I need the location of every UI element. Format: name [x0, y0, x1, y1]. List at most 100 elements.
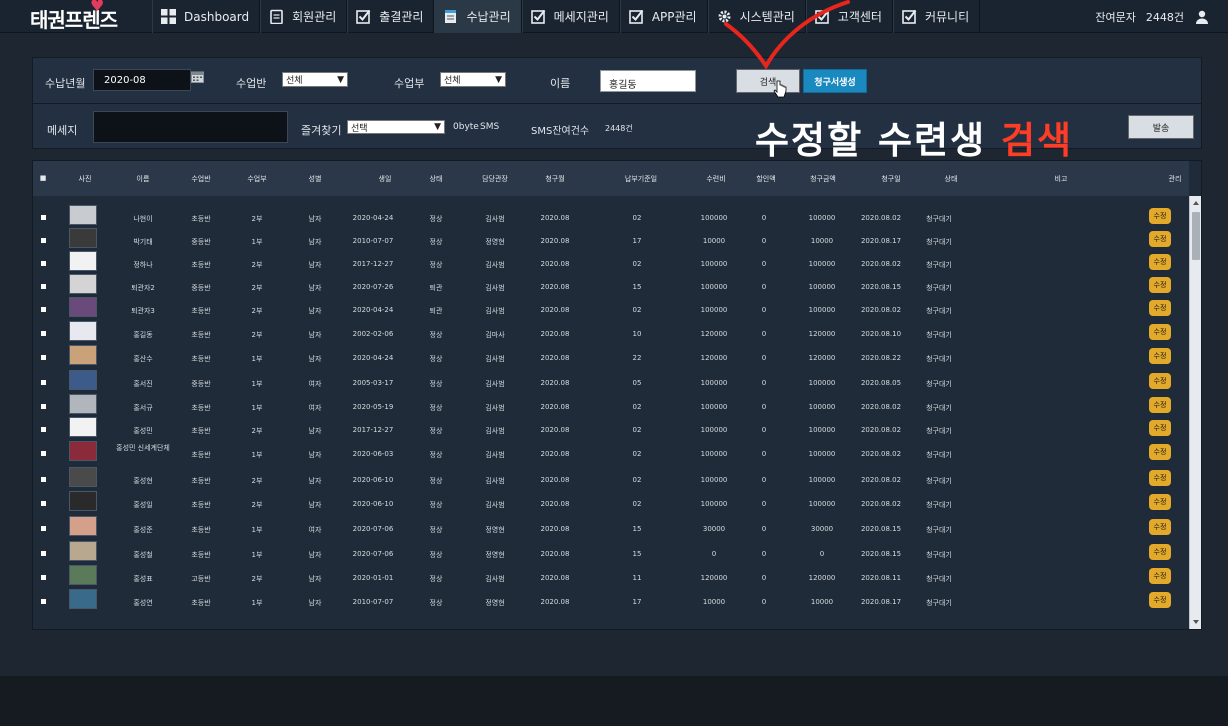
user-icon[interactable]	[1194, 9, 1210, 25]
table-row[interactable]: 퇴관자3 초등반 2부 남자 2020-04-24 퇴관 김사범 2020.08 02 10000…	[33, 297, 1189, 320]
table-row[interactable]: 정하나 초등반 2부 남자 2017-12-27 정상 김사범 2020.08 02 100000…	[33, 251, 1189, 274]
nav-item-4[interactable]: 메세지관리	[521, 0, 620, 33]
row-checkbox[interactable]	[41, 477, 46, 482]
edit-button[interactable]: 수정	[1149, 544, 1171, 560]
table-row[interactable]: 퇴관자2 중등반 2부 남자 2020-07-26 퇴관 김사범 2020.08 15 10000…	[33, 274, 1189, 297]
edit-button[interactable]: 수정	[1149, 470, 1171, 486]
create-invoice-button[interactable]: 청구서생성	[803, 69, 867, 93]
scroll-down-icon[interactable]	[1193, 620, 1199, 624]
table-row[interactable]: 홍성표 고등반 2부 남자 2020-01-01 정상 김사범 2020.08 11 120000…	[33, 565, 1189, 588]
table-row[interactable]: 홍성연 초등반 1부 남자 2010-07-07 정상 정영현 2020.08 17 10000 0…	[33, 589, 1189, 612]
cell-bill-date: 2020.08.02	[860, 260, 902, 268]
table-row[interactable]: 홍성일 초등반 2부 남자 2020-06-10 정상 김사범 2020.08 02 100000…	[33, 491, 1189, 514]
cell-bill-date: 2020.08.15	[860, 550, 902, 558]
period-input[interactable]: 2020-08	[93, 69, 191, 91]
cell-billed-amount: 100000	[808, 283, 836, 291]
cell-manager: 김사범	[485, 307, 505, 315]
table-row[interactable]: 나현이 초등반 2부 남자 2020-04-24 정상 김사범 2020.08 02 100000…	[33, 205, 1189, 228]
send-button[interactable]: 발송	[1128, 115, 1194, 139]
row-checkbox[interactable]	[41, 599, 46, 604]
col-header-name: 이름	[136, 175, 150, 183]
app-logo[interactable]: 태권프렌즈 ♥	[30, 0, 118, 34]
edit-button[interactable]: 수정	[1149, 277, 1171, 293]
row-checkbox[interactable]	[41, 331, 46, 336]
cell-discount: 0	[761, 574, 767, 582]
edit-button[interactable]: 수정	[1149, 348, 1171, 364]
cell-status: 정상	[429, 477, 443, 485]
edit-button[interactable]: 수정	[1149, 231, 1171, 247]
row-checkbox[interactable]	[41, 451, 46, 456]
row-checkbox[interactable]	[41, 551, 46, 556]
table-row[interactable]: 홍길동 초등반 2부 남자 2002-02-06 정상 김마사 2020.08 10 120000…	[33, 321, 1189, 344]
table-row[interactable]: 홍성철 초등반 1부 남자 2020-07-06 정상 정영현 2020.08 15 0 0 0 202…	[33, 541, 1189, 564]
edit-button[interactable]: 수정	[1149, 397, 1171, 413]
nav-item-label: 커뮤니티	[924, 10, 970, 24]
row-checkbox[interactable]	[41, 427, 46, 432]
row-checkbox[interactable]	[41, 404, 46, 409]
favorites-select[interactable]: 선택 ▼	[347, 120, 445, 134]
row-checkbox[interactable]	[41, 261, 46, 266]
edit-button[interactable]: 수정	[1149, 444, 1171, 460]
top-nav-bar: 태권프렌즈 ♥ Dashboard 회원관리 출결관리 수납관리 메세지관리 APP관리 시…	[0, 0, 1228, 33]
cell-birthday: 2010-07-07	[352, 598, 394, 606]
table-row[interactable]: 박기태 중등반 1부 남자 2010-07-07 정상 정영현 2020.08 17 10000 0…	[33, 228, 1189, 251]
scroll-up-icon[interactable]	[1193, 201, 1199, 205]
nav-item-8[interactable]: 커뮤니티	[892, 0, 981, 33]
row-checkbox[interactable]	[41, 307, 46, 312]
scroll-thumb[interactable]	[1192, 212, 1200, 260]
grid-icon	[161, 9, 176, 24]
edit-button[interactable]: 수정	[1149, 494, 1171, 510]
table-row[interactable]: 홍성준 초등반 1부 여자 2020-07-06 정상 정영현 2020.08 15 30000 0…	[33, 516, 1189, 539]
row-checkbox[interactable]	[41, 215, 46, 220]
period-label: 수납년월	[45, 77, 86, 90]
cell-bill-status: 청구대기	[926, 427, 952, 435]
nav-item-1[interactable]: 회원관리	[260, 0, 348, 33]
cell-manager: 정영현	[485, 599, 505, 607]
cell-billed-amount: 100000	[808, 476, 836, 484]
edit-button[interactable]: 수정	[1149, 324, 1171, 340]
edit-button[interactable]: 수정	[1149, 568, 1171, 584]
table-row[interactable]: 홍성현 초등반 2부 남자 2020-06-10 정상 김사범 2020.08 02 100000…	[33, 467, 1189, 490]
table-scrollbar[interactable]	[1189, 196, 1201, 629]
edit-button[interactable]: 수정	[1149, 254, 1171, 270]
cell-name: 홍성민 신세계단체	[116, 444, 170, 452]
col-header-status: 상태	[429, 175, 443, 183]
table-row[interactable]: 홍서규 초등반 1부 여자 2020-05-19 정상 김사범 2020.08 02 100000…	[33, 394, 1189, 417]
cell-billed-amount: 100000	[808, 426, 836, 434]
nav-item-6[interactable]: 시스템관리	[707, 0, 806, 33]
part-select[interactable]: 선체 ▼	[440, 72, 506, 87]
table-row[interactable]: 홍서진 중등반 1부 여자 2005-03-17 정상 김사범 2020.08 05 100000…	[33, 370, 1189, 393]
edit-button[interactable]: 수정	[1149, 373, 1171, 389]
calendar-icon[interactable]	[191, 70, 204, 83]
col-header-select-all[interactable]: ■	[33, 174, 63, 182]
cell-bill-date: 2020.08.02	[860, 500, 902, 508]
edit-button[interactable]: 수정	[1149, 519, 1171, 535]
search-button[interactable]: 검색	[736, 69, 800, 93]
nav-item-3[interactable]: 수납관리	[434, 0, 522, 33]
row-checkbox[interactable]	[41, 284, 46, 289]
nav-item-7[interactable]: 고객센터	[805, 0, 893, 33]
table-row[interactable]: 홍성민 초등반 2부 남자 2017-12-27 정상 김사범 2020.08 02 100000…	[33, 417, 1189, 440]
edit-button[interactable]: 수정	[1149, 208, 1171, 224]
nav-item-2[interactable]: 출결관리	[347, 0, 435, 33]
row-checkbox[interactable]	[41, 501, 46, 506]
message-textarea[interactable]	[93, 111, 288, 143]
sms-remaining-label: 잔여문자	[1095, 10, 1136, 24]
row-checkbox[interactable]	[41, 355, 46, 360]
nav-item-5[interactable]: APP관리	[619, 0, 708, 33]
row-checkbox[interactable]	[41, 526, 46, 531]
class-select[interactable]: 선체 ▼	[282, 72, 348, 87]
name-input[interactable]: 홍길동	[600, 70, 696, 92]
row-checkbox[interactable]	[41, 238, 46, 243]
table-row[interactable]: 홍성민 신세계단체 초등반 1부 남자 2020-06-03 정상 김사범 2020.08 02…	[33, 441, 1189, 464]
cell-class: 초등반	[191, 307, 211, 315]
edit-button[interactable]: 수정	[1149, 592, 1171, 608]
nav-item-0[interactable]: Dashboard	[152, 0, 261, 33]
row-checkbox[interactable]	[41, 380, 46, 385]
cell-part: 2부	[251, 307, 263, 315]
edit-button[interactable]: 수정	[1149, 300, 1171, 316]
cell-status: 퇴관	[429, 284, 443, 292]
edit-button[interactable]: 수정	[1149, 420, 1171, 436]
row-checkbox[interactable]	[41, 575, 46, 580]
table-row[interactable]: 홍산수 초등반 1부 남자 2020-04-24 정상 김사범 2020.08 22 120000…	[33, 345, 1189, 368]
